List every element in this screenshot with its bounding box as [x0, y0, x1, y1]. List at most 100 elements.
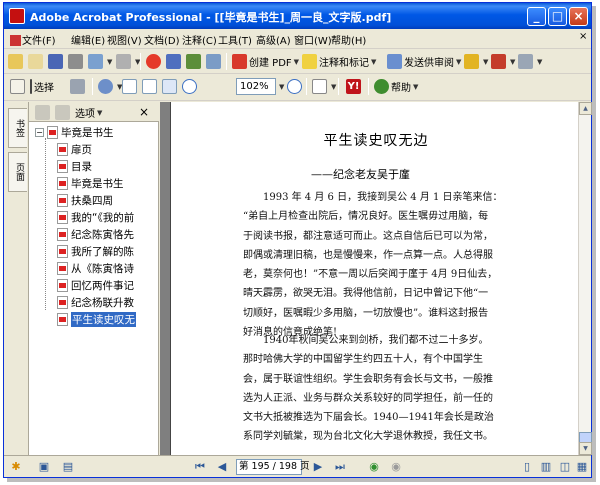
- email-button[interactable]: ▼: [88, 53, 112, 70]
- continuous-page-icon[interactable]: ▥: [538, 459, 554, 475]
- new-bookmark-button[interactable]: [55, 104, 72, 121]
- select-tool-button[interactable]: 选择: [30, 78, 54, 95]
- paragraph-1: 1993 年 4 月 6 日，我接到吴公 4 月 1 日亲笔来信： “弟自上月检…: [243, 188, 515, 342]
- zoom-dropdown[interactable]: ▼: [277, 78, 284, 95]
- menu-document[interactable]: 文档(D): [144, 32, 180, 47]
- send-review-button[interactable]: 发送供审阅 ▼: [387, 53, 461, 70]
- print-button[interactable]: [68, 53, 85, 70]
- bookmark-item[interactable]: 毕竟是书生: [57, 175, 124, 191]
- bookmark-item[interactable]: 扉页: [57, 141, 92, 157]
- help-button[interactable]: 帮助 ▼: [374, 78, 418, 95]
- hand-tool-button[interactable]: [10, 78, 27, 95]
- next-view-icon[interactable]: ◉: [388, 459, 404, 475]
- export-button[interactable]: [206, 53, 223, 70]
- forms-button[interactable]: ▼: [518, 53, 542, 70]
- menu-comments[interactable]: 注释(C): [182, 32, 217, 47]
- fit-width-button[interactable]: [162, 78, 179, 95]
- minimize-button[interactable]: _: [527, 7, 546, 26]
- attachments-icon[interactable]: ▤: [60, 459, 76, 475]
- bookmark-tree: − 毕竟是书生 扉页 目录 毕竟是书生 扶桑四周 我的“《我的前 纪念陈寅恪先 …: [29, 122, 159, 455]
- collapse-icon[interactable]: −: [35, 127, 44, 137]
- snapshot-button[interactable]: [70, 78, 87, 95]
- close-button[interactable]: ×: [569, 7, 588, 26]
- next-page-button[interactable]: ▶: [310, 459, 326, 475]
- save-button[interactable]: [48, 53, 65, 70]
- window-shadow-bottom: [7, 478, 596, 482]
- document-view[interactable]: 平生读史叹无边 ——纪念老友吴于廑 1993 年 4 月 6 日，我接到吴公 4…: [160, 102, 578, 455]
- attach-button[interactable]: ▼: [116, 53, 140, 70]
- menu-window[interactable]: 窗口(W): [294, 32, 332, 47]
- chevron-down-icon: ▼: [107, 57, 113, 66]
- sign-button[interactable]: ▼: [491, 53, 515, 70]
- zoom-field[interactable]: 102%: [236, 78, 276, 95]
- find-button[interactable]: [166, 53, 183, 70]
- maximize-button[interactable]: □: [548, 7, 567, 26]
- open-button[interactable]: [8, 53, 25, 70]
- page-size-icon[interactable]: ▣: [36, 459, 52, 475]
- zoom-out-button[interactable]: [182, 78, 199, 95]
- forms-icon: [518, 54, 533, 69]
- bookmark-page-icon: [57, 261, 68, 275]
- chevron-down-icon: ▼: [456, 57, 462, 66]
- scroll-up-button[interactable]: ▲: [579, 102, 592, 115]
- actual-size-button[interactable]: [122, 78, 139, 95]
- bookmark-root[interactable]: − 毕竟是书生: [35, 124, 114, 140]
- single-page-icon[interactable]: ▯: [519, 459, 535, 475]
- bookmark-item[interactable]: 纪念陈寅恪先: [57, 226, 134, 242]
- open-document-button[interactable]: [28, 53, 45, 70]
- menu-help[interactable]: 帮助(H): [331, 32, 366, 47]
- page-number-field[interactable]: 第 195 / 198 页: [236, 459, 310, 475]
- last-page-button[interactable]: ⏭: [332, 459, 348, 475]
- bookmark-item[interactable]: 我的“《我的前: [57, 209, 134, 225]
- facing-pages-icon[interactable]: ◫: [557, 459, 573, 475]
- acrobat-app-icon: [9, 8, 25, 24]
- previous-view-icon[interactable]: ◉: [366, 459, 382, 475]
- chevron-down-icon: ▼: [97, 108, 103, 117]
- first-page-button[interactable]: ⏮: [192, 459, 208, 475]
- options-menu[interactable]: 选项 ▼: [75, 104, 102, 121]
- yahoo-icon: Y!: [346, 79, 361, 94]
- bookmark-item[interactable]: 目录: [57, 158, 92, 174]
- close-panel-icon[interactable]: ×: [139, 103, 149, 120]
- bookmark-item-selected[interactable]: 平生读史叹无: [57, 311, 136, 327]
- bookmark-item[interactable]: 从《陈寅恪诗: [57, 260, 134, 276]
- delete-bookmark-button[interactable]: [35, 104, 52, 121]
- title-bar[interactable]: Adobe Acrobat Professional - [[毕竟是书生]_周一…: [4, 3, 591, 29]
- bookmark-item[interactable]: 扶桑四周: [57, 192, 113, 208]
- tab-pages[interactable]: 页面: [8, 152, 27, 192]
- lock-icon: [464, 54, 479, 69]
- bookmark-item[interactable]: 回忆两件事记: [57, 277, 134, 293]
- menu-advanced[interactable]: 高级(A): [256, 32, 291, 47]
- yahoo-search-button[interactable]: Y!: [346, 78, 363, 95]
- create-pdf-button[interactable]: 创建 PDF ▼: [232, 53, 299, 70]
- tab-bookmarks[interactable]: 书签: [8, 108, 27, 148]
- vertical-scrollbar[interactable]: ▲ ▼: [578, 102, 592, 455]
- zoom-in-button[interactable]: [287, 78, 304, 95]
- menu-tools[interactable]: 工具(T): [218, 32, 252, 47]
- comment-markup-button[interactable]: 注释和标记 ▼: [302, 53, 376, 70]
- menu-edit[interactable]: 编辑(E): [71, 32, 105, 47]
- menu-view[interactable]: 视图(V): [107, 32, 142, 47]
- bookmark-item[interactable]: 纪念杨联升教: [57, 294, 134, 310]
- review-button[interactable]: [186, 53, 203, 70]
- gear-icon[interactable]: ✱: [8, 459, 24, 475]
- bookmarks-toolbar: 选项 ▼ ×: [29, 102, 159, 122]
- secure-button[interactable]: [146, 53, 163, 70]
- chevron-down-icon: ▼: [483, 57, 489, 66]
- text-line: 文书大抵被推选为下届会长。1940—1941年会长是政治: [243, 412, 494, 424]
- scroll-down-button[interactable]: ▼: [579, 442, 592, 455]
- continuous-facing-icon[interactable]: ▦: [574, 459, 590, 475]
- fit-width-icon: [162, 79, 177, 94]
- text-line: 老，莫奈何也！”不意一周以后突闻于廑于 4月 9日仙去，: [243, 269, 498, 281]
- zoom-tool-button[interactable]: ▼: [98, 78, 122, 95]
- fit-page-button[interactable]: [142, 78, 159, 95]
- menu-file[interactable]: 文件(F): [10, 32, 56, 47]
- menu-close-doc-icon[interactable]: ×: [579, 31, 587, 42]
- rotate-button[interactable]: ▼: [312, 78, 336, 95]
- bookmark-item[interactable]: 我所了解的陈: [57, 243, 134, 259]
- previous-page-button[interactable]: ◀: [214, 459, 230, 475]
- window-shadow-right: [592, 6, 596, 480]
- send-review-label: 发送供审阅: [404, 58, 454, 69]
- fit-page-icon: [142, 79, 157, 94]
- secure-lock-button[interactable]: ▼: [464, 53, 488, 70]
